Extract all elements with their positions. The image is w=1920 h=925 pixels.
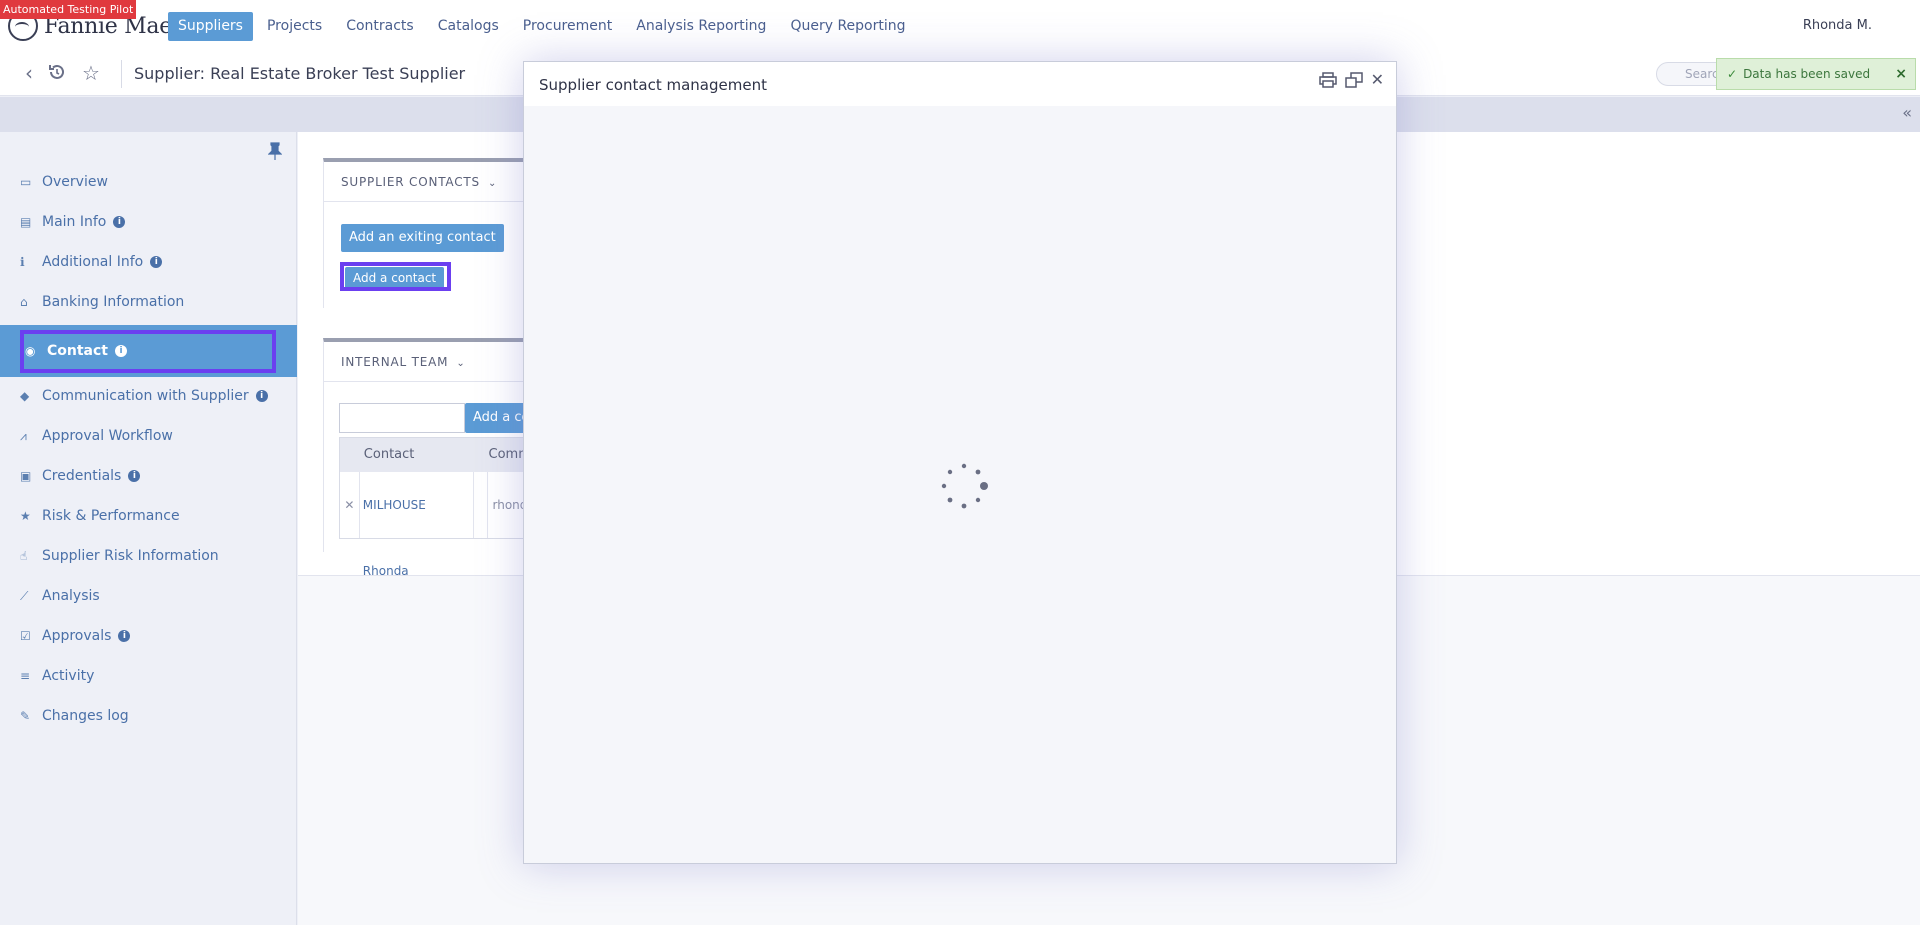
main-nav: Suppliers Projects Contracts Catalogs Pr… [168,12,916,41]
contact-name-link[interactable]: MILHOUSE Rhonda [360,472,474,578]
favorite-star-icon[interactable]: ☆ [80,62,102,84]
sidebar-item-label: Risk & Performance [42,508,180,524]
column-contact[interactable]: Contact [360,438,489,472]
chevron-down-icon: ⌄ [456,358,466,369]
info-icon: ℹ [20,255,25,269]
sidebar-item-label: Communication with Supplier [42,388,249,404]
sidebar-item-label: Main Info [42,214,107,230]
toast-message: Data has been saved [1743,67,1871,81]
back-icon[interactable]: ‹ [18,62,40,84]
highlight-frame [20,330,276,373]
info-icon[interactable]: i [255,390,268,402]
sidebar-item-supplier-risk-information[interactable]: ☝ Supplier Risk Information [0,536,297,576]
sidebar-item-contact[interactable]: ◉ Contact i [0,325,297,377]
sidebar-item-changes-log[interactable]: ✎ Changes log [0,696,297,736]
nav-suppliers[interactable]: Suppliers [168,12,253,41]
modal-title: Supplier contact management [539,76,767,94]
comments-icon: ◆ [20,389,30,403]
sidebar-item-label: Supplier Risk Information [42,548,219,564]
modal-actions: ✕ [1318,72,1384,88]
star-icon: ★ [20,509,31,523]
nav-contracts[interactable]: Contracts [336,12,424,41]
check-square-icon: ☑ [20,629,31,643]
user-menu[interactable]: Rhonda M. [1803,18,1872,33]
header-divider [121,60,122,88]
nav-analysis-reporting[interactable]: Analysis Reporting [626,12,776,41]
sidebar-item-banking-information[interactable]: ⌂ Banking Information [0,282,297,322]
id-card-icon: ▤ [20,215,32,229]
sidebar-item-communication[interactable]: ◆ Communication with Supplier i [0,376,297,416]
close-icon[interactable]: × [1895,59,1907,89]
team-search-input[interactable] [339,403,465,433]
table-row: ✕ MILHOUSE Rhonda rhond [340,472,538,578]
nav-query-reporting[interactable]: Query Reporting [780,12,915,41]
sidebar-item-credentials[interactable]: ▣ Credentials i [0,456,297,496]
chevron-down-icon: ⌄ [487,178,498,189]
sidebar-item-label: Overview [42,174,108,190]
info-icon[interactable]: i [118,630,131,642]
pin-icon[interactable] [268,142,282,160]
history-icon[interactable] [46,62,68,84]
modal-header: Supplier contact management ✕ [524,62,1396,106]
nav-catalogs[interactable]: Catalogs [428,12,509,41]
sidebar-item-label: Changes log [42,708,129,724]
sidebar-item-label: Additional Info [42,254,144,270]
page-title: Supplier: Real Estate Broker Test Suppli… [134,64,466,83]
info-icon[interactable]: i [113,216,126,228]
top-navigation-bar: Automated Testing Pilot Fannie Mae™ Supp… [0,0,1920,52]
sidebar-item-label: Activity [42,668,95,684]
sidebar-item-label: Analysis [42,588,100,604]
add-existing-contact-button[interactable]: Add an exiting contact [341,224,504,252]
print-icon[interactable] [1318,72,1337,88]
bank-icon: ⌂ [20,295,28,309]
sidebar-item-label: Approvals [42,628,112,644]
sidebar-item-additional-info[interactable]: ℹ Additional Info i [0,242,297,282]
table-header: Contact Comm [340,438,538,472]
collapse-panel-icon[interactable]: « [1902,103,1912,122]
sidebar-item-label: Approval Workflow [42,428,173,444]
monitor-icon: ▭ [20,175,32,189]
remove-icon[interactable]: ✕ [340,472,360,538]
sidebar-item-main-info[interactable]: ▤ Main Info i [0,202,297,242]
check-icon: ✓ [1727,67,1738,81]
nav-projects[interactable]: Projects [257,12,332,41]
loading-spinner-icon [941,463,988,509]
sidebar-item-approval-workflow[interactable]: ⩘ Approval Workflow [0,416,297,456]
info-icon[interactable]: i [128,470,141,482]
highlight-frame [340,262,451,291]
road-icon: ⩘ [20,428,27,443]
sidebar-item-overview[interactable]: ▭ Overview [0,162,297,202]
sidebar-item-label: Banking Information [42,294,185,310]
restore-window-icon[interactable] [1344,72,1363,88]
nav-procurement[interactable]: Procurement [513,12,622,41]
info-icon[interactable]: i [150,256,163,268]
sidebar-item-activity[interactable]: ≡ Activity [0,656,297,696]
thumbs-up-icon: ☝ [20,549,28,563]
success-toast: ✓ Data has been saved × [1716,58,1916,90]
sidebar-item-approvals[interactable]: ☑ Approvals i [0,616,297,656]
close-icon[interactable]: ✕ [1371,72,1384,88]
book-icon: ▣ [20,469,32,483]
line-chart-icon: ⟋ [20,588,29,603]
sidebar-item-label: Credentials [42,468,122,484]
internal-team-table: Contact Comm ✕ MILHOUSE Rhonda rhond [339,437,539,578]
sidebar-item-risk-performance[interactable]: ★ Risk & Performance [0,496,297,536]
sidebar: ▭ Overview ▤ Main Info i ℹ Additional Info i … [0,132,297,925]
list-icon: ≡ [20,669,31,683]
sidebar-item-analysis[interactable]: ⟋ Analysis [0,576,297,616]
testing-badge: Automated Testing Pilot [0,0,137,19]
edit-icon: ✎ [20,709,31,723]
